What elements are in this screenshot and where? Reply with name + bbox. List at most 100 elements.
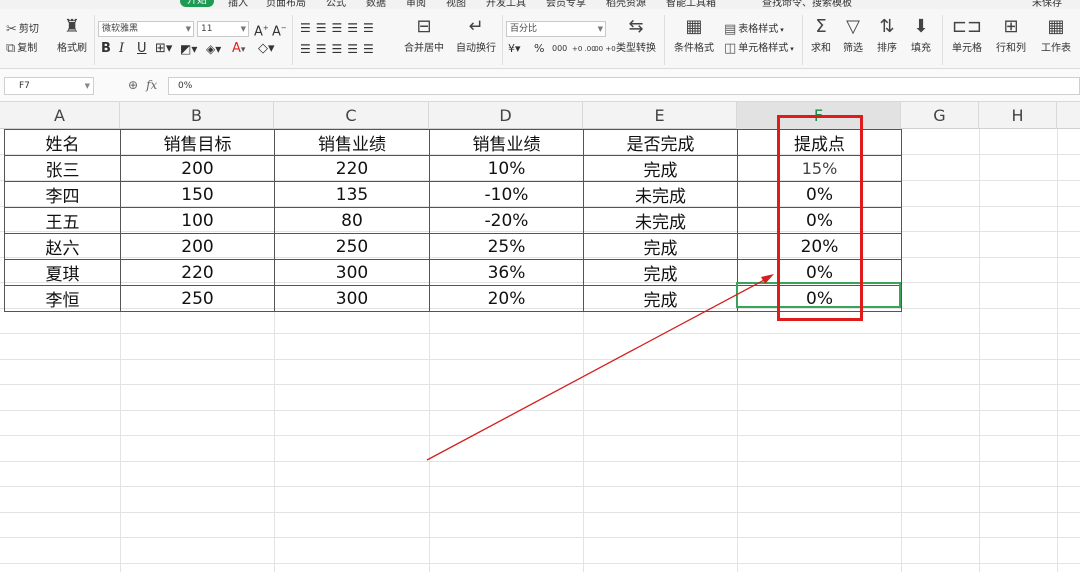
menu-tab-smart-tools[interactable]: 智能工具箱 <box>666 0 716 9</box>
table-cell[interactable]: 100 <box>120 207 275 234</box>
column-header-b[interactable]: B <box>120 102 274 129</box>
fill-color-icon[interactable]: ◩▾ <box>180 42 197 56</box>
cell-style-button[interactable]: ◫ 单元格样式 ▾ <box>724 42 794 56</box>
align-icons[interactable]: ☰☰☰☰☰ <box>300 42 379 56</box>
table-cell[interactable]: 赵六 <box>4 233 121 260</box>
filter-button[interactable]: ▽ 筛选 <box>838 17 868 55</box>
font-size-select[interactable]: 11 ▼ <box>197 21 249 37</box>
table-cell[interactable]: 0% <box>737 285 902 312</box>
header-cell[interactable]: 姓名 <box>4 129 121 156</box>
wrap-text-button[interactable]: ↵ 自动换行 <box>452 17 500 55</box>
copy-button[interactable]: ⧉ 复制 <box>6 42 37 56</box>
table-cell[interactable]: 300 <box>274 285 430 312</box>
table-cell[interactable]: 完成 <box>583 285 738 312</box>
border-icon[interactable]: ⊞▾ <box>155 42 172 56</box>
table-cell[interactable]: 李恒 <box>4 285 121 312</box>
menu-tab-data[interactable]: 数据 <box>366 0 386 9</box>
column-header-d[interactable]: D <box>429 102 583 129</box>
sort-button[interactable]: ⇅ 排序 <box>872 17 902 55</box>
name-box[interactable]: F7 ▼ <box>4 77 94 95</box>
table-cell[interactable]: 张三 <box>4 155 121 182</box>
cell-button[interactable]: ⊏⊐ 单元格 <box>948 17 986 55</box>
underline-icon[interactable]: U <box>137 42 147 56</box>
font-shrink-button[interactable]: A− <box>272 21 287 39</box>
table-cell[interactable]: 0% <box>737 259 902 286</box>
header-cell[interactable]: 销售业绩 <box>274 129 430 156</box>
table-cell[interactable]: 0% <box>737 207 902 234</box>
menu-tab-view[interactable]: 视图 <box>446 0 466 9</box>
conditional-format-button[interactable]: ▦ 条件格式 <box>670 17 718 55</box>
sum-button[interactable]: Σ 求和 <box>806 17 836 55</box>
menu-tab-insert[interactable]: 插入 <box>228 0 248 9</box>
table-cell[interactable]: 36% <box>429 259 584 286</box>
table-style-button[interactable]: ▤ 表格样式 ▾ <box>724 23 784 37</box>
table-cell[interactable]: 250 <box>120 285 275 312</box>
menu-tab-page-layout[interactable]: 页面布局 <box>266 0 306 9</box>
table-cell[interactable]: 完成 <box>583 155 738 182</box>
font-name-select[interactable]: 微软雅黑 ▼ <box>98 21 194 37</box>
table-cell[interactable]: 未完成 <box>583 181 738 208</box>
menu-tab-member[interactable]: 会员专享 <box>546 0 586 9</box>
menu-tab-review[interactable]: 审阅 <box>406 0 426 9</box>
table-cell[interactable]: 220 <box>274 155 430 182</box>
table-cell[interactable]: 20% <box>737 233 902 260</box>
currency-button[interactable]: ¥▾ <box>508 42 521 56</box>
fill-button[interactable]: ⬇ 填充 <box>906 17 936 55</box>
merge-center-button[interactable]: ⊟ 合并居中 <box>400 17 448 55</box>
table-cell[interactable]: 150 <box>120 181 275 208</box>
menu-tab-home[interactable]: 开始 <box>180 0 214 7</box>
menu-tab-developer[interactable]: 开发工具 <box>486 0 526 9</box>
table-cell[interactable]: -20% <box>429 207 584 234</box>
align-icons[interactable]: ☰☰☰☰☰ <box>300 21 379 35</box>
table-cell[interactable]: 夏琪 <box>4 259 121 286</box>
thousands-button[interactable]: 000 <box>552 42 567 56</box>
column-header-e[interactable]: E <box>583 102 737 129</box>
table-cell[interactable]: 李四 <box>4 181 121 208</box>
header-cell[interactable]: 销售业绩 <box>429 129 584 156</box>
bold-icon[interactable]: B <box>101 42 111 56</box>
table-cell[interactable]: 300 <box>274 259 430 286</box>
table-cell[interactable]: 135 <box>274 181 430 208</box>
worksheet-button[interactable]: ▦ 工作表 <box>1036 17 1076 55</box>
menu-tab-formulas[interactable]: 公式 <box>326 0 346 9</box>
command-search[interactable]: 查找命令、搜索模板 <box>762 0 852 9</box>
fill-color-icon[interactable]: ◈▾ <box>206 42 221 56</box>
header-cell[interactable]: 是否完成 <box>583 129 738 156</box>
table-cell[interactable]: 20% <box>429 285 584 312</box>
table-cell[interactable]: 10% <box>429 155 584 182</box>
formula-input[interactable]: 0% <box>168 77 1080 95</box>
number-format-select[interactable]: 百分比 ▼ <box>506 21 606 37</box>
type-convert-button[interactable]: ⇆ 类型转换 <box>612 17 660 55</box>
table-cell[interactable]: 220 <box>120 259 275 286</box>
menu-tab-docer[interactable]: 稻壳资源 <box>606 0 646 9</box>
zoom-icon[interactable]: ⊕ <box>128 78 138 92</box>
table-cell[interactable]: 200 <box>120 155 275 182</box>
percent-button[interactable]: % <box>534 42 544 56</box>
font-grow-button[interactable]: A+ <box>254 21 269 39</box>
table-cell[interactable]: 250 <box>274 233 430 260</box>
format-painter-button[interactable]: ♜ 格式刷 <box>54 17 90 55</box>
table-cell[interactable]: 200 <box>120 233 275 260</box>
header-cell[interactable]: 销售目标 <box>120 129 275 156</box>
column-header-a[interactable]: A <box>0 102 120 129</box>
font-color-icon[interactable]: A▾ <box>232 42 245 57</box>
table-cell[interactable]: 80 <box>274 207 430 234</box>
italic-icon[interactable]: I <box>119 42 124 56</box>
row-col-button[interactable]: ⊞ 行和列 <box>992 17 1030 55</box>
table-cell[interactable]: 完成 <box>583 259 738 286</box>
column-header-f[interactable]: F <box>737 102 901 129</box>
table-cell[interactable]: 0% <box>737 181 902 208</box>
cut-button[interactable]: ✂ 剪切 <box>6 23 39 37</box>
table-cell[interactable]: -10% <box>429 181 584 208</box>
table-cell[interactable]: 王五 <box>4 207 121 234</box>
table-cell[interactable]: 15% <box>737 155 902 182</box>
table-cell[interactable]: 未完成 <box>583 207 738 234</box>
table-cell[interactable]: 25% <box>429 233 584 260</box>
header-cell[interactable]: 提成点 <box>737 129 902 156</box>
clear-icon[interactable]: ◇▾ <box>258 42 275 56</box>
column-header-h[interactable]: H <box>979 102 1057 129</box>
fx-icon[interactable]: fx <box>146 78 157 92</box>
column-header-c[interactable]: C <box>274 102 429 129</box>
column-header-g[interactable]: G <box>901 102 979 129</box>
table-cell[interactable]: 完成 <box>583 233 738 260</box>
